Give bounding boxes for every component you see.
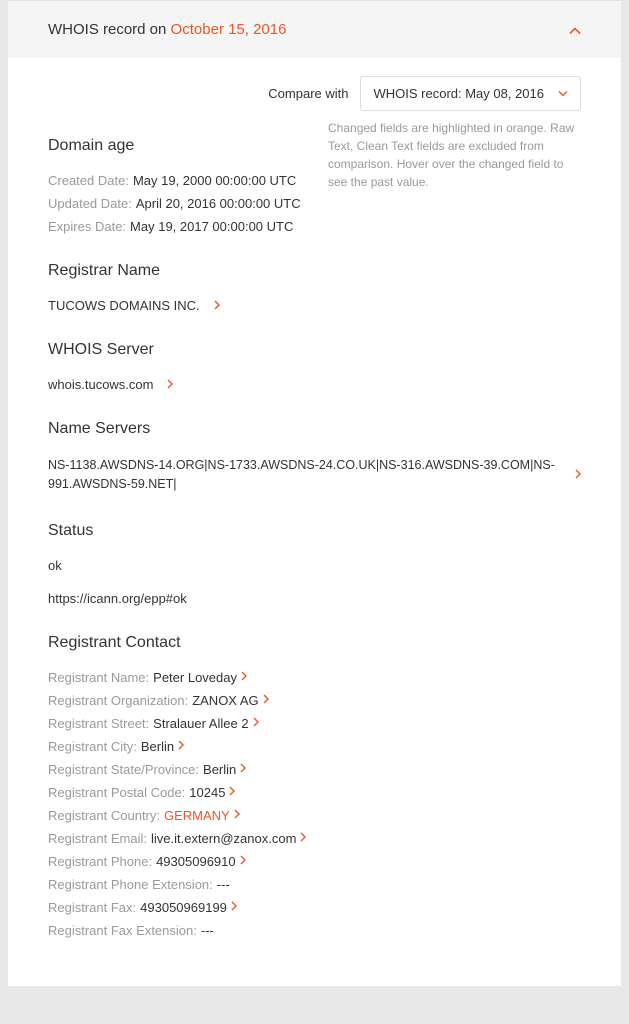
chevron-right-icon[interactable] [253, 716, 259, 730]
section-title: Status [48, 522, 581, 540]
name-servers-row: NS-1138.AWSDNS-14.ORG|NS-1733.AWSDNS-24.… [48, 456, 581, 494]
chevron-right-icon[interactable] [167, 378, 173, 392]
registrant-phone-row: Registrant Phone: 49305096910 [48, 854, 581, 869]
section-registrant: Registrant Contact Registrant Name: Pete… [48, 634, 581, 938]
compare-note: Changed fields are highlighted in orange… [328, 119, 581, 191]
registrant-name-row: Registrant Name: Peter Loveday [48, 670, 581, 685]
panel-content: Compare with WHOIS record: May 08, 2016 … [8, 58, 621, 986]
field-label: Registrant City: [48, 739, 137, 754]
section-registrar: Registrar Name TUCOWS DOMAINS INC. [48, 262, 581, 313]
compare-row: Compare with WHOIS record: May 08, 2016 [48, 76, 581, 111]
compare-dropdown[interactable]: WHOIS record: May 08, 2016 [360, 76, 581, 111]
registrant-email-row: Registrant Email: live.it.extern@zanox.c… [48, 831, 581, 846]
field-value: --- [217, 877, 230, 892]
field-label: Created Date: [48, 173, 129, 188]
chevron-right-icon[interactable] [240, 762, 246, 776]
expires-date-row: Expires Date: May 19, 2017 00:00:00 UTC [48, 219, 308, 234]
whois-server-value: whois.tucows.com [48, 377, 153, 392]
compare-selected: WHOIS record: May 08, 2016 [373, 86, 544, 101]
status-value-1: ok [48, 558, 581, 573]
field-label: Registrant Fax Extension: [48, 923, 197, 938]
registrant-phone-ext-row: Registrant Phone Extension: --- [48, 877, 581, 892]
field-value: ZANOX AG [192, 693, 258, 708]
updated-date-row: Updated Date: April 20, 2016 00:00:00 UT… [48, 196, 308, 211]
field-label: Registrant Postal Code: [48, 785, 185, 800]
registrant-fax-row: Registrant Fax: 493050969199 [48, 900, 581, 915]
field-label: Updated Date: [48, 196, 132, 211]
status-value-2: https://icann.org/epp#ok [48, 591, 581, 606]
field-value: May 19, 2000 00:00:00 UTC [133, 173, 296, 188]
chevron-right-icon[interactable] [241, 670, 247, 684]
field-value-highlighted[interactable]: GERMANY [164, 808, 230, 823]
whois-server-value-row: whois.tucows.com [48, 377, 581, 392]
registrar-value: TUCOWS DOMAINS INC. [48, 298, 200, 313]
name-servers-value: NS-1138.AWSDNS-14.ORG|NS-1733.AWSDNS-24.… [48, 456, 565, 494]
section-status: Status ok https://icann.org/epp#ok [48, 522, 581, 606]
section-title: Registrant Contact [48, 634, 581, 652]
section-title: WHOIS Server [48, 341, 581, 359]
field-value: 10245 [189, 785, 225, 800]
chevron-right-icon[interactable] [214, 299, 220, 313]
field-value: Berlin [141, 739, 174, 754]
field-label: Registrant Phone Extension: [48, 877, 213, 892]
compare-label: Compare with [268, 86, 348, 101]
section-title: Registrar Name [48, 262, 581, 280]
panel-header[interactable]: WHOIS record on October 15, 2016 [8, 1, 621, 58]
registrant-postal-row: Registrant Postal Code: 10245 [48, 785, 581, 800]
registrar-value-row: TUCOWS DOMAINS INC. [48, 298, 581, 313]
chevron-right-icon[interactable] [575, 468, 581, 482]
title-date: October 15, 2016 [171, 21, 287, 38]
field-label: Registrant Name: [48, 670, 149, 685]
section-title: Name Servers [48, 420, 581, 438]
field-label: Expires Date: [48, 219, 126, 234]
chevron-right-icon[interactable] [231, 900, 237, 914]
chevron-right-icon[interactable] [300, 831, 306, 845]
registrant-city-row: Registrant City: Berlin [48, 739, 581, 754]
title-prefix: WHOIS record on [48, 21, 171, 38]
registrant-country-row: Registrant Country: GERMANY [48, 808, 581, 823]
field-label: Registrant Phone: [48, 854, 152, 869]
registrant-org-row: Registrant Organization: ZANOX AG [48, 693, 581, 708]
field-value: 49305096910 [156, 854, 236, 869]
registrant-fax-ext-row: Registrant Fax Extension: --- [48, 923, 581, 938]
chevron-right-icon[interactable] [178, 739, 184, 753]
chevron-down-icon [558, 88, 568, 100]
chevron-up-icon[interactable] [569, 22, 581, 38]
field-value: April 20, 2016 00:00:00 UTC [136, 196, 301, 211]
field-label: Registrant Organization: [48, 693, 188, 708]
section-name-servers: Name Servers NS-1138.AWSDNS-14.ORG|NS-17… [48, 420, 581, 494]
registrant-street-row: Registrant Street: Stralauer Allee 2 [48, 716, 581, 731]
section-whois-server: WHOIS Server whois.tucows.com [48, 341, 581, 392]
field-value: Berlin [203, 762, 236, 777]
field-value: May 19, 2017 00:00:00 UTC [130, 219, 293, 234]
field-label: Registrant State/Province: [48, 762, 199, 777]
field-value: Stralauer Allee 2 [153, 716, 248, 731]
field-label: Registrant Email: [48, 831, 147, 846]
chevron-right-icon[interactable] [263, 693, 269, 707]
section-domain-age: Domain age Created Date: May 19, 2000 00… [48, 137, 308, 234]
chevron-right-icon[interactable] [229, 785, 235, 799]
panel-title: WHOIS record on October 15, 2016 [48, 21, 286, 38]
field-label: Registrant Street: [48, 716, 149, 731]
created-date-row: Created Date: May 19, 2000 00:00:00 UTC [48, 173, 308, 188]
field-label: Registrant Fax: [48, 900, 136, 915]
section-title: Domain age [48, 137, 308, 155]
chevron-right-icon[interactable] [234, 808, 240, 822]
field-label: Registrant Country: [48, 808, 160, 823]
whois-record-panel: WHOIS record on October 15, 2016 Compare… [8, 0, 621, 986]
field-value: live.it.extern@zanox.com [151, 831, 296, 846]
field-value: --- [201, 923, 214, 938]
chevron-right-icon[interactable] [240, 854, 246, 868]
field-value: 493050969199 [140, 900, 227, 915]
field-value: Peter Loveday [153, 670, 237, 685]
registrant-state-row: Registrant State/Province: Berlin [48, 762, 581, 777]
